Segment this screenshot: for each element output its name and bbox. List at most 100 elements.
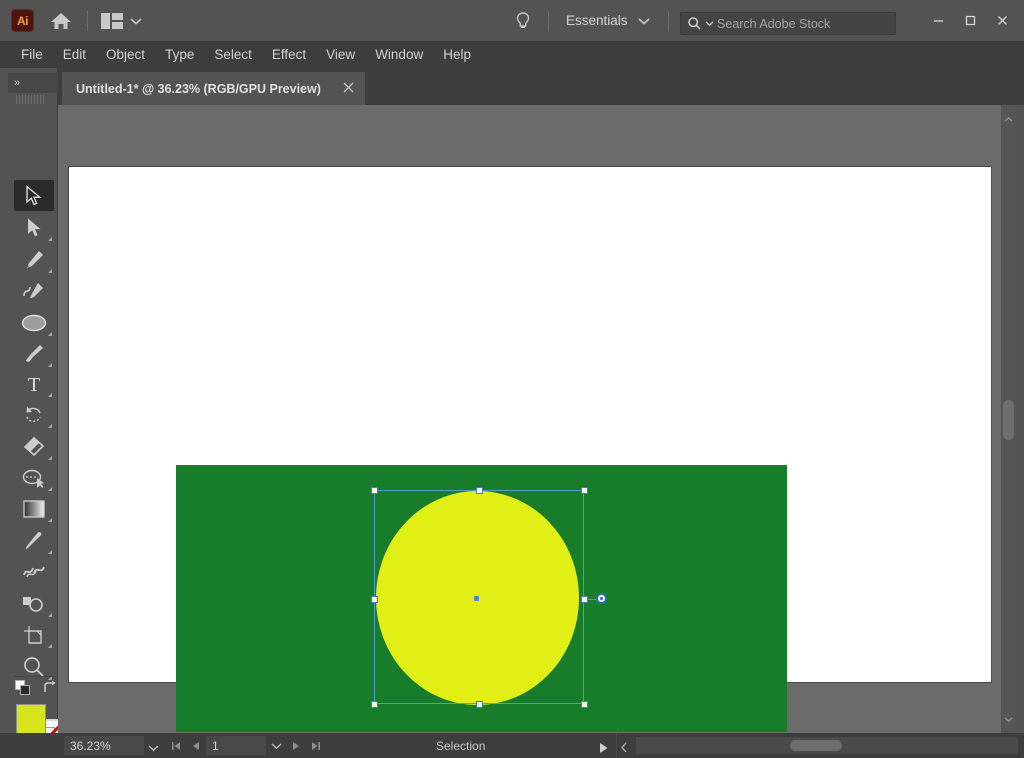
flyout-triangle-icon (48, 456, 52, 460)
horizontal-scroll-thumb[interactable] (790, 740, 842, 751)
page-number-input[interactable]: 1 (206, 736, 266, 755)
tools-divider (14, 676, 54, 677)
title-bar: Ai Essentials Search Adobe Stock (0, 0, 1024, 41)
handle-middle-right[interactable] (581, 596, 588, 603)
handle-bottom-right[interactable] (581, 701, 588, 708)
tools-panel-expander[interactable]: » (8, 73, 58, 93)
workspace-switcher[interactable]: Essentials (566, 13, 650, 28)
blend-tool[interactable] (14, 556, 54, 587)
eyedropper-icon (22, 529, 46, 553)
menu-effect[interactable]: Effect (262, 44, 316, 65)
flyout-triangle-icon (48, 487, 52, 491)
zoom-chevron-down-icon[interactable] (148, 739, 159, 757)
chevron-up-icon[interactable] (1004, 110, 1013, 128)
type-t-icon: T (23, 373, 45, 395)
window-controls (922, 5, 1018, 35)
bottom-left-strip (0, 733, 58, 758)
chevron-down-icon (638, 17, 650, 25)
handle-middle-left[interactable] (371, 596, 378, 603)
arrange-documents-button[interactable] (101, 13, 142, 29)
arrow-filled-icon (24, 217, 44, 239)
artboard[interactable] (68, 166, 992, 683)
zoom-level-input[interactable]: 36.23% (64, 736, 144, 755)
horizontal-scrollbar[interactable] (636, 737, 1018, 754)
shape-builder-tool[interactable] (14, 462, 54, 493)
curvature-icon (21, 279, 47, 303)
document-tab[interactable]: Untitled-1* @ 36.23% (RGB/GPU Preview) (62, 72, 365, 105)
rotate-tool[interactable] (14, 399, 54, 430)
document-tab-title: Untitled-1* @ 36.23% (RGB/GPU Preview) (76, 82, 321, 96)
play-triangle-icon[interactable] (598, 741, 609, 758)
menu-window[interactable]: Window (365, 44, 433, 65)
page-navigation: 1 (166, 736, 326, 755)
menu-file[interactable]: File (11, 44, 53, 65)
swap-fill-stroke-icon[interactable] (42, 680, 58, 701)
arrange-documents-icon (101, 13, 123, 29)
lightbulb-icon[interactable] (512, 10, 534, 32)
shape-builder-icon (21, 467, 47, 489)
search-input[interactable]: Search Adobe Stock (680, 12, 896, 35)
flyout-triangle-icon (48, 613, 52, 617)
close-button[interactable] (986, 5, 1018, 35)
minimize-button[interactable] (922, 5, 954, 35)
handle-top-left[interactable] (371, 487, 378, 494)
handle-bottom-center[interactable] (476, 701, 483, 708)
document-tab-strip: Untitled-1* @ 36.23% (RGB/GPU Preview) (58, 68, 1024, 105)
menu-bar: File Edit Object Type Select Effect View… (0, 41, 1024, 68)
fill-color-swatch[interactable] (16, 704, 46, 734)
menu-help[interactable]: Help (433, 44, 481, 65)
home-icon[interactable] (48, 8, 74, 34)
direct-selection-tool[interactable] (14, 212, 54, 243)
selection-tool[interactable] (14, 180, 54, 211)
ellipse-icon (20, 313, 48, 333)
handle-top-center[interactable] (476, 487, 483, 494)
handle-top-right[interactable] (581, 487, 588, 494)
pen-icon (22, 248, 46, 272)
flyout-triangle-icon (48, 518, 52, 522)
flyout-triangle-icon (48, 550, 52, 554)
selection-center-point (474, 596, 479, 601)
flyout-triangle-icon (48, 269, 52, 273)
chevron-left-icon[interactable] (620, 740, 628, 758)
handle-bottom-left[interactable] (371, 701, 378, 708)
paintbrush-icon (22, 342, 46, 366)
curvature-tool[interactable] (14, 275, 54, 306)
status-mode-label[interactable]: Selection (436, 733, 485, 758)
magnifier-icon (22, 655, 46, 679)
type-tool[interactable]: T (14, 368, 54, 399)
gradient-tool[interactable] (14, 493, 54, 524)
prev-page-icon[interactable] (186, 736, 206, 755)
eyedropper-tool[interactable] (14, 525, 54, 556)
flyout-triangle-icon (48, 644, 52, 648)
first-page-icon[interactable] (166, 736, 186, 755)
blend-icon (21, 561, 47, 583)
menu-object[interactable]: Object (96, 44, 155, 65)
svg-text:T: T (28, 374, 40, 395)
arrow-solid-icon (24, 185, 44, 207)
pen-tool[interactable] (14, 244, 54, 275)
zoom-tool[interactable] (14, 651, 54, 682)
artboard-tool[interactable] (14, 619, 54, 650)
symbol-sprayer-tool[interactable] (14, 588, 54, 619)
last-page-icon[interactable] (306, 736, 326, 755)
search-icon (687, 16, 702, 31)
canvas-area[interactable] (58, 105, 1001, 733)
paintbrush-tool[interactable] (14, 338, 54, 369)
chevron-down-icon[interactable] (1004, 710, 1013, 728)
flyout-triangle-icon (48, 332, 52, 336)
maximize-button[interactable] (954, 5, 986, 35)
menu-select[interactable]: Select (204, 44, 262, 65)
menu-edit[interactable]: Edit (53, 44, 96, 65)
tools-panel-grip[interactable] (16, 95, 46, 104)
vertical-scrollbar[interactable] (1001, 105, 1016, 733)
rotation-anchor-icon[interactable] (596, 593, 607, 604)
page-chevron-down-icon[interactable] (266, 736, 286, 755)
default-fill-stroke-icon[interactable] (15, 680, 32, 702)
menu-type[interactable]: Type (155, 44, 204, 65)
ellipse-tool[interactable] (14, 307, 54, 338)
eraser-tool[interactable] (14, 431, 54, 462)
close-icon[interactable] (343, 80, 354, 98)
next-page-icon[interactable] (286, 736, 306, 755)
vertical-scroll-thumb[interactable] (1003, 400, 1014, 440)
menu-view[interactable]: View (316, 44, 365, 65)
